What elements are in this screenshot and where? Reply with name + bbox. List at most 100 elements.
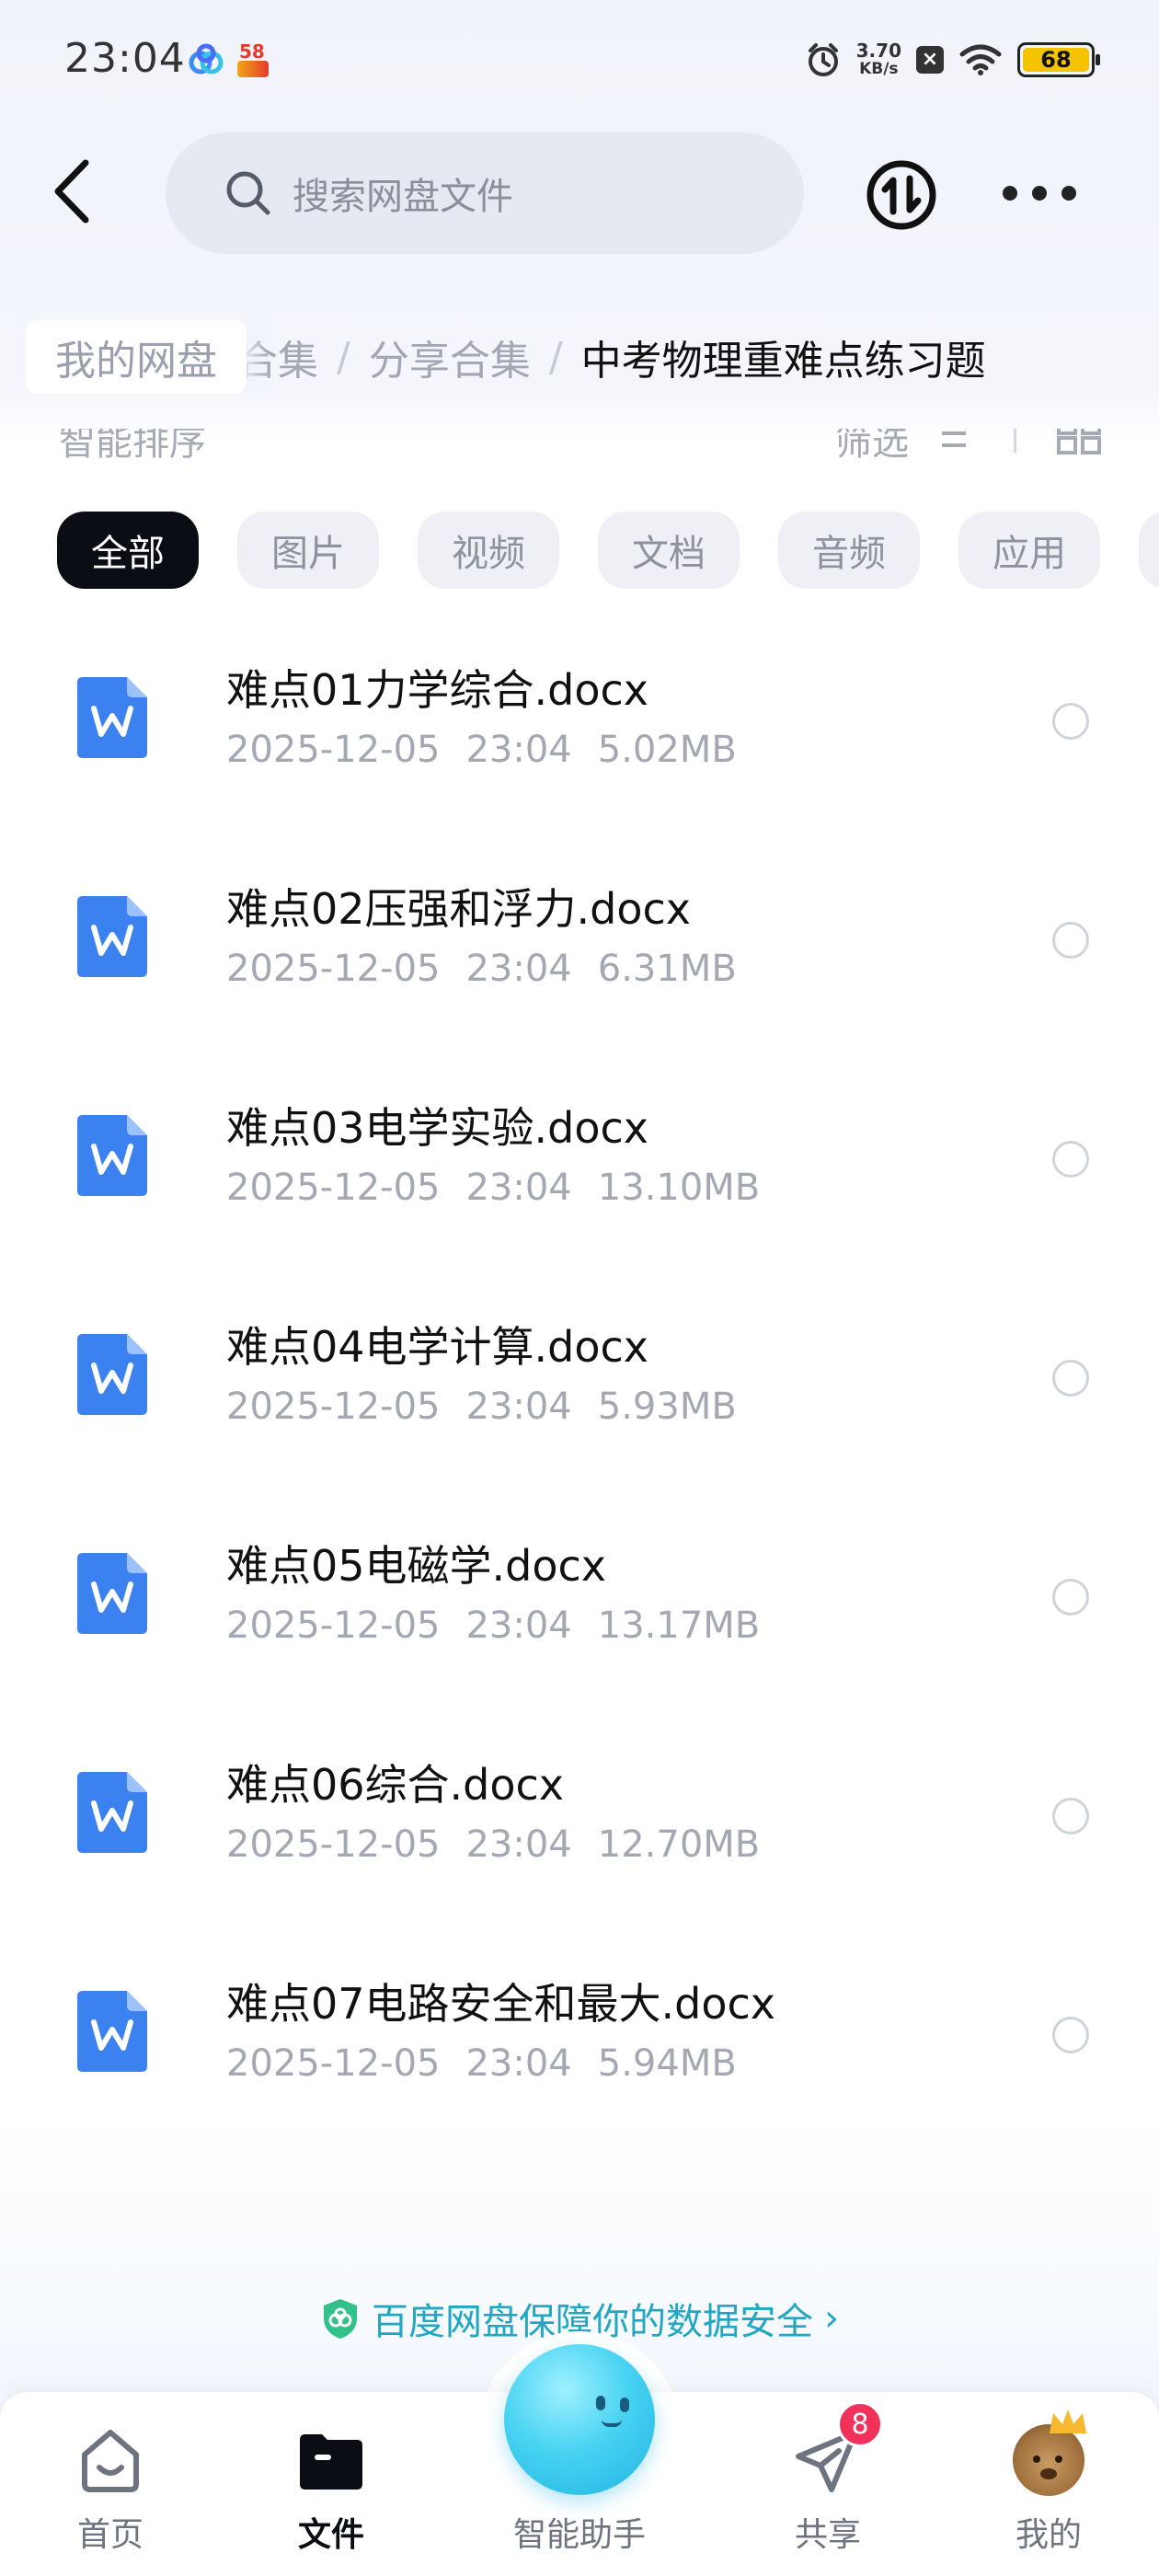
file-name: 难点07电路安全和最大.docx: [226, 1979, 776, 2029]
baidu-netdisk-notification-icon: [189, 43, 224, 75]
chip-images[interactable]: 图片: [237, 512, 379, 589]
file-row[interactable]: 难点02压强和浮力.docx 2025-12-05 23:04 6.31MB: [0, 848, 1159, 1067]
assistant-orb-icon[interactable]: [504, 2344, 655, 2495]
file-size: 12.70MB: [597, 1823, 761, 1866]
file-date: 2025-12-05: [226, 729, 441, 771]
filter-icon: [942, 431, 966, 447]
status-bar: 23:04 58 3.70 KB/s × 68: [0, 0, 1159, 120]
avatar: [1013, 2409, 1086, 2496]
file-meta: 2025-12-05 23:04 5.02MB: [226, 729, 763, 771]
file-row[interactable]: 难点07电路安全和最大.docx 2025-12-05 23:04 5.94MB: [0, 1943, 1159, 2162]
breadcrumb-share-collection[interactable]: 分享合集: [369, 328, 531, 386]
file-meta: 2025-12-05 23:04 13.17MB: [226, 1604, 786, 1647]
select-radio[interactable]: [1052, 1579, 1089, 1616]
breadcrumb-separator: /: [548, 333, 563, 381]
select-radio[interactable]: [1052, 922, 1089, 959]
sim-disabled-icon: ×: [916, 46, 944, 74]
select-radio[interactable]: [1052, 703, 1089, 740]
search-icon: [226, 171, 270, 215]
orb-mouth: [602, 2420, 622, 2427]
chip-audio[interactable]: 音频: [778, 512, 920, 589]
file-time: 23:04: [465, 948, 572, 990]
battery-indicator: 68: [1017, 42, 1100, 77]
file-name: 难点04电学计算.docx: [226, 1322, 649, 1372]
nav-mine[interactable]: 我的: [957, 2392, 1141, 2576]
file-row[interactable]: 难点06综合.docx 2025-12-05 23:04 12.70MB: [0, 1724, 1159, 1943]
file-meta: 2025-12-05 23:04 6.31MB: [226, 948, 763, 990]
orb-eye: [620, 2398, 629, 2412]
breadcrumb-separator: /: [337, 333, 350, 381]
paper-plane-icon: 8: [791, 2401, 883, 2497]
more-dot-icon: [1003, 186, 1017, 201]
file-row[interactable]: 难点05电磁学.docx 2025-12-05 23:04 13.17MB: [0, 1505, 1159, 1724]
file-name: 难点03电学实验.docx: [226, 1103, 649, 1153]
transfer-list-icon[interactable]: [865, 158, 938, 232]
word-doc-icon: [77, 1991, 147, 2072]
chip-apps[interactable]: 应用: [958, 512, 1100, 589]
home-icon: [74, 2423, 147, 2497]
shield-icon: [324, 2299, 357, 2339]
avatar-wrap: [1012, 2409, 1086, 2497]
file-row[interactable]: 难点03电学实验.docx 2025-12-05 23:04 13.10MB: [0, 1067, 1159, 1286]
file-size: 5.02MB: [597, 729, 737, 771]
status-time: 23:04: [64, 35, 186, 82]
file-meta: 2025-12-05 23:04 13.10MB: [226, 1167, 786, 1209]
file-date: 2025-12-05: [226, 1604, 441, 1647]
more-dot-icon: [1061, 186, 1076, 201]
select-radio[interactable]: [1052, 1360, 1089, 1397]
file-time: 23:04: [465, 2042, 572, 2085]
back-button[interactable]: [40, 155, 105, 228]
chip-videos[interactable]: 视频: [418, 512, 559, 589]
file-meta: 2025-12-05 23:04 5.93MB: [226, 1386, 763, 1428]
word-doc-icon: [77, 1772, 147, 1853]
chip-documents[interactable]: 文档: [598, 512, 740, 589]
chevron-right-icon: ›: [824, 2297, 839, 2340]
category-chips: 全部 图片 视频 文档 音频 应用: [57, 512, 1159, 589]
chip-more[interactable]: [1139, 512, 1159, 589]
search-input[interactable]: 搜索网盘文件: [166, 132, 804, 254]
filter-button[interactable]: 筛选: [835, 429, 909, 460]
file-row[interactable]: 难点01力学综合.docx 2025-12-05 23:04 5.02MB: [0, 629, 1159, 848]
file-meta: 2025-12-05 23:04 5.94MB: [226, 2042, 763, 2085]
file-name: 难点01力学综合.docx: [226, 665, 649, 715]
battery-level: 68: [1023, 47, 1089, 73]
select-radio[interactable]: [1052, 2017, 1089, 2053]
file-size: 6.31MB: [597, 948, 737, 990]
word-doc-icon: [77, 677, 147, 758]
file-time: 23:04: [465, 1823, 572, 1866]
search-placeholder: 搜索网盘文件: [293, 176, 513, 218]
breadcrumb-root[interactable]: 我的网盘: [26, 320, 247, 394]
more-options-button[interactable]: [1003, 175, 1076, 212]
file-size: 5.94MB: [597, 2042, 737, 2085]
sort-button[interactable]: 智能排序: [59, 429, 206, 460]
network-speed-value: 3.70: [855, 40, 901, 62]
nav-share[interactable]: 8 共享: [736, 2392, 920, 2576]
breadcrumb-current: 中考物理重难点练习题: [580, 338, 986, 385]
select-radio[interactable]: [1052, 1798, 1089, 1834]
status-indicators: 3.70 KB/s × 68: [805, 37, 1100, 83]
nav-files[interactable]: 文件: [239, 2392, 423, 2576]
grid-view-icon[interactable]: [1056, 429, 1102, 454]
word-doc-icon: [77, 1553, 147, 1634]
file-row[interactable]: 难点04电学计算.docx 2025-12-05 23:04 5.93MB: [0, 1286, 1159, 1505]
chevron-left-icon: [54, 159, 89, 224]
app-58-label: 58: [239, 40, 265, 63]
file-date: 2025-12-05: [226, 948, 441, 990]
select-radio[interactable]: [1052, 1141, 1089, 1178]
breadcrumb-collection[interactable]: 合集: [237, 328, 318, 386]
file-date: 2025-12-05: [226, 1386, 441, 1428]
file-date: 2025-12-05: [226, 1167, 441, 1209]
nav-mine-label: 我的: [1015, 2516, 1082, 2554]
file-name: 难点06综合.docx: [226, 1760, 565, 1810]
file-meta: 2025-12-05 23:04 12.70MB: [226, 1823, 786, 1866]
wifi-icon: [959, 44, 1002, 75]
file-date: 2025-12-05: [226, 1823, 441, 1866]
file-size: 5.93MB: [597, 1386, 737, 1428]
nav-home-label: 首页: [76, 2516, 143, 2554]
file-size: 13.17MB: [597, 1604, 761, 1647]
file-list: 难点01力学综合.docx 2025-12-05 23:04 5.02MB 难点02压强…: [0, 629, 1159, 2162]
nav-home[interactable]: 首页: [18, 2392, 202, 2576]
nav-files-label: 文件: [297, 2516, 364, 2554]
file-date: 2025-12-05: [226, 2042, 441, 2085]
chip-all[interactable]: 全部: [57, 512, 199, 589]
